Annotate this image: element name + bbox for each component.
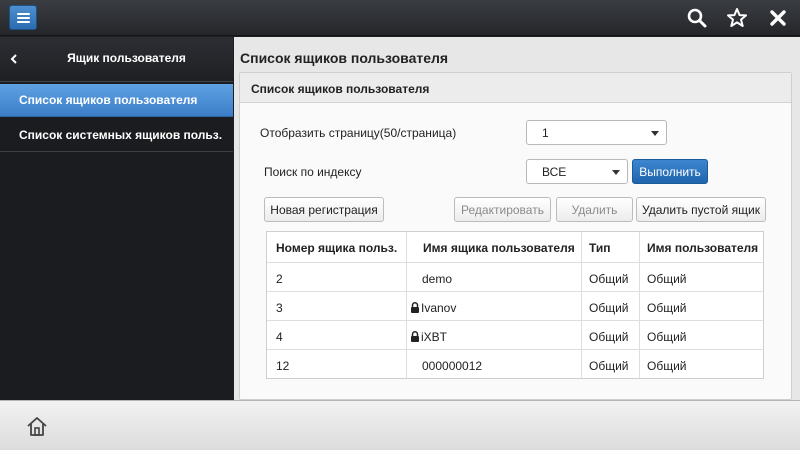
execute-button[interactable]: Выполнить [632, 159, 708, 184]
lock-icon [411, 331, 419, 342]
column-header-number: Номер ящика польз. [276, 241, 398, 255]
lock-icon [411, 302, 419, 313]
index-search-select[interactable]: ВСЕ [526, 159, 628, 184]
sidebar-title: Ящик пользователя [67, 51, 186, 65]
box-user: Общий [647, 359, 687, 373]
delete-button[interactable]: Удалить [556, 197, 633, 222]
table-row[interactable]: 3 Ivanov Общий Общий [267, 292, 763, 321]
box-name: Ivanov [421, 301, 457, 315]
box-number: 4 [276, 330, 283, 344]
column-divider [581, 232, 582, 378]
box-type: Общий [589, 272, 629, 286]
box-number: 2 [276, 272, 283, 286]
delete-empty-box-button[interactable]: Удалить пустой ящик [636, 197, 766, 222]
display-page-value: 1 [542, 126, 549, 140]
user-box-table: Номер ящика польз. Имя ящика пользовател… [266, 231, 764, 379]
box-type: Общий [589, 301, 629, 315]
box-user: Общий [647, 301, 687, 315]
box-type: Общий [589, 330, 629, 344]
box-number: 12 [276, 359, 290, 373]
sidebar: Ящик пользователя Список ящиков пользова… [0, 37, 233, 400]
column-header-box-name: Имя ящика пользователя [423, 241, 575, 255]
new-registration-button[interactable]: Новая регистрация [264, 197, 384, 222]
table-row[interactable]: 12 000000012 Общий Общий [267, 350, 763, 378]
column-header-type: Тип [589, 241, 611, 255]
box-name-cell: iXBT [410, 321, 447, 349]
box-name: demo [422, 272, 453, 286]
page-title: Список ящиков пользователя [240, 50, 449, 66]
display-page-label: Отобразить страницу(50/страница) [260, 126, 457, 140]
index-search-value: ВСЕ [542, 165, 567, 179]
box-type: Общий [589, 359, 629, 373]
box-user: Общий [647, 272, 687, 286]
menu-button[interactable] [9, 5, 37, 30]
search-icon[interactable] [686, 7, 708, 29]
box-number: 3 [276, 301, 283, 315]
sidebar-item-user-boxes[interactable]: Список ящиков пользователя [0, 84, 233, 117]
bottom-bar [0, 400, 800, 450]
close-icon[interactable] [767, 7, 789, 29]
star-icon[interactable] [726, 7, 748, 29]
index-search-label: Поиск по индексу [264, 165, 362, 179]
sidebar-header: Ящик пользователя [0, 37, 233, 82]
menu-icon-line [17, 17, 30, 19]
box-name-cell: Ivanov [410, 292, 456, 320]
box-name: iXBT [421, 330, 448, 344]
box-name: 000000012 [422, 359, 483, 373]
box-user: Общий [647, 330, 687, 344]
display-page-select[interactable]: 1 [526, 120, 667, 145]
menu-icon [17, 13, 30, 15]
column-divider [406, 232, 407, 378]
chevron-left-icon[interactable] [9, 52, 19, 66]
column-divider [639, 232, 640, 378]
table-row[interactable]: 4 iXBT Общий Общий [267, 321, 763, 350]
top-bar [0, 0, 800, 36]
chevron-down-icon [651, 131, 659, 136]
table-header-row: Номер ящика польз. Имя ящика пользовател… [267, 232, 763, 263]
home-icon[interactable] [26, 416, 48, 437]
edit-button[interactable]: Редактировать [454, 197, 551, 222]
chevron-down-icon [612, 170, 620, 175]
panel-title: Список ящиков пользователя [240, 73, 791, 103]
sidebar-item-system-boxes[interactable]: Список системных ящиков польз. [0, 119, 233, 152]
column-header-user-name: Имя пользователя [647, 241, 759, 255]
menu-icon-line [17, 21, 30, 23]
table-row[interactable]: 2 demo Общий Общий [267, 263, 763, 292]
